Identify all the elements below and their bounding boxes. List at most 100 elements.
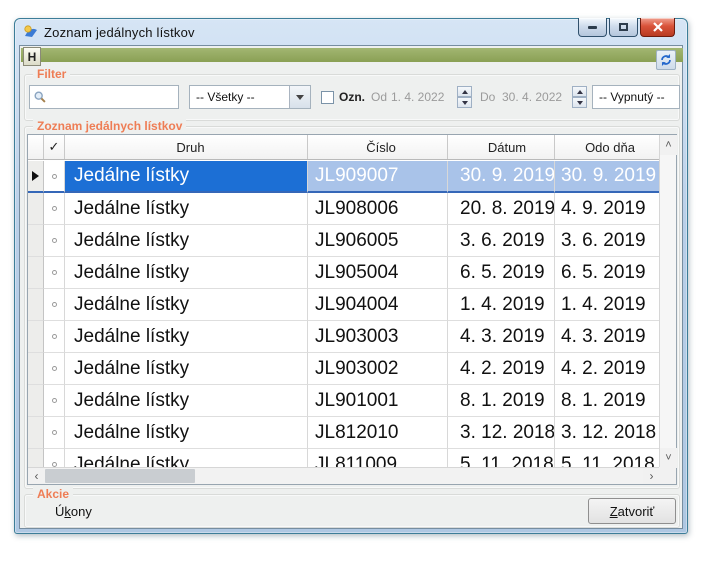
- spin-down-icon[interactable]: [457, 97, 472, 108]
- row-indicator[interactable]: [28, 225, 44, 257]
- column-header-odo[interactable]: Odo dňa: [555, 135, 659, 159]
- scroll-right-icon[interactable]: ›: [643, 468, 660, 484]
- cell-druh[interactable]: Jedálne lístky: [65, 385, 308, 417]
- cell-druh[interactable]: Jedálne lístky: [65, 161, 308, 193]
- cell-datum[interactable]: 8. 1. 2019: [448, 385, 555, 417]
- state-dropdown[interactable]: -- Vypnutý --: [592, 85, 680, 109]
- cell-cislo[interactable]: JL904004: [308, 289, 448, 321]
- scroll-down-icon[interactable]: ˅: [660, 448, 677, 468]
- spin-down-icon[interactable]: [572, 97, 587, 108]
- refresh-button[interactable]: [656, 50, 676, 70]
- cell-druh[interactable]: Jedálne lístky: [65, 193, 308, 225]
- row-indicator[interactable]: [28, 161, 44, 193]
- search-field[interactable]: [29, 85, 179, 109]
- cell-odo[interactable]: 1. 4. 2019: [555, 289, 659, 321]
- cell-datum[interactable]: 4. 2. 2019: [448, 353, 555, 385]
- row-check-cell[interactable]: [44, 257, 65, 289]
- od-date-spinner[interactable]: [457, 86, 472, 108]
- scroll-up-icon[interactable]: ˄: [660, 135, 677, 155]
- cell-cislo[interactable]: JL812010: [308, 417, 448, 449]
- do-date-spinner[interactable]: [572, 86, 587, 108]
- cell-odo[interactable]: 4. 2. 2019: [555, 353, 659, 385]
- cell-odo[interactable]: 4. 3. 2019: [555, 321, 659, 353]
- table-row[interactable]: Jedálne lístkyJL9040041. 4. 20191. 4. 20…: [28, 289, 659, 321]
- cell-cislo[interactable]: JL903003: [308, 321, 448, 353]
- table-row[interactable]: Jedálne lístkyJL9030024. 2. 20194. 2. 20…: [28, 353, 659, 385]
- cell-odo[interactable]: 5. 11. 2018: [555, 449, 659, 468]
- zatvorit-button[interactable]: Zatvoriť: [588, 498, 676, 524]
- cell-datum[interactable]: 3. 12. 2018: [448, 417, 555, 449]
- vertical-scrollbar[interactable]: ˄ ˅: [659, 135, 676, 468]
- table-row[interactable]: Jedálne lístkyJL90900730. 9. 201930. 9. …: [28, 161, 659, 193]
- scroll-left-icon[interactable]: ‹: [28, 468, 45, 484]
- table-row[interactable]: Jedálne lístkyJL8120103. 12. 20183. 12. …: [28, 417, 659, 449]
- cell-odo[interactable]: 3. 12. 2018: [555, 417, 659, 449]
- cell-cislo[interactable]: JL909007: [308, 161, 448, 193]
- cell-cislo[interactable]: JL901001: [308, 385, 448, 417]
- cell-druh[interactable]: Jedálne lístky: [65, 353, 308, 385]
- cell-druh[interactable]: Jedálne lístky: [65, 321, 308, 353]
- od-date-value[interactable]: 1. 4. 2022: [391, 90, 444, 104]
- row-check-cell[interactable]: [44, 289, 65, 321]
- row-check-cell[interactable]: [44, 193, 65, 225]
- cell-odo[interactable]: 3. 6. 2019: [555, 225, 659, 257]
- cell-cislo[interactable]: JL906005: [308, 225, 448, 257]
- cell-odo[interactable]: 4. 9. 2019: [555, 193, 659, 225]
- row-indicator[interactable]: [28, 449, 44, 468]
- home-button[interactable]: H: [23, 47, 41, 66]
- spin-up-icon[interactable]: [457, 86, 472, 97]
- cell-datum[interactable]: 4. 3. 2019: [448, 321, 555, 353]
- cell-datum[interactable]: 5. 11. 2018: [448, 449, 555, 468]
- type-dropdown[interactable]: -- Všetky --: [189, 85, 311, 109]
- column-header-cislo[interactable]: Číslo: [308, 135, 448, 159]
- horizontal-scroll-thumb[interactable]: [45, 469, 195, 483]
- ukony-menu[interactable]: Úkony: [55, 504, 92, 519]
- cell-cislo[interactable]: JL903002: [308, 353, 448, 385]
- cell-datum[interactable]: 1. 4. 2019: [448, 289, 555, 321]
- titlebar[interactable]: Zoznam jedálnych lístkov: [19, 19, 683, 45]
- row-indicator[interactable]: [28, 417, 44, 449]
- cell-druh[interactable]: Jedálne lístky: [65, 417, 308, 449]
- row-check-cell[interactable]: [44, 225, 65, 257]
- table-row[interactable]: Jedálne lístkyJL9050046. 5. 20196. 5. 20…: [28, 257, 659, 289]
- row-indicator[interactable]: [28, 385, 44, 417]
- cell-datum[interactable]: 20. 8. 2019: [448, 193, 555, 225]
- cell-cislo[interactable]: JL811009: [308, 449, 448, 468]
- spin-up-icon[interactable]: [572, 86, 587, 97]
- table-row[interactable]: Jedálne lístkyJL9010018. 1. 20198. 1. 20…: [28, 385, 659, 417]
- cell-druh[interactable]: Jedálne lístky: [65, 257, 308, 289]
- cell-datum[interactable]: 3. 6. 2019: [448, 225, 555, 257]
- type-dropdown-button[interactable]: [289, 86, 310, 108]
- do-date-value[interactable]: 30. 4. 2022: [502, 90, 562, 104]
- column-header-check[interactable]: ✓: [44, 135, 65, 159]
- table-row[interactable]: Jedálne lístkyJL9060053. 6. 20193. 6. 20…: [28, 225, 659, 257]
- column-header-druh[interactable]: Druh: [65, 135, 308, 159]
- row-check-cell[interactable]: [44, 449, 65, 468]
- table-row[interactable]: Jedálne lístkyJL90800620. 8. 20194. 9. 2…: [28, 193, 659, 225]
- row-check-cell[interactable]: [44, 385, 65, 417]
- cell-datum[interactable]: 30. 9. 2019: [448, 161, 555, 193]
- cell-odo[interactable]: 8. 1. 2019: [555, 385, 659, 417]
- row-indicator[interactable]: [28, 321, 44, 353]
- column-header-ind[interactable]: [28, 135, 44, 159]
- table-row[interactable]: Jedálne lístkyJL8110095. 11. 20185. 11. …: [28, 449, 659, 468]
- cell-odo[interactable]: 6. 5. 2019: [555, 257, 659, 289]
- horizontal-scrollbar[interactable]: ‹ ›: [28, 467, 660, 484]
- cell-druh[interactable]: Jedálne lístky: [65, 225, 308, 257]
- cell-odo[interactable]: 30. 9. 2019: [555, 161, 659, 193]
- search-input[interactable]: [47, 90, 167, 104]
- close-button[interactable]: [640, 18, 675, 37]
- column-header-datum[interactable]: Dátum: [448, 135, 555, 159]
- cell-datum[interactable]: 6. 5. 2019: [448, 257, 555, 289]
- row-indicator[interactable]: [28, 353, 44, 385]
- row-check-cell[interactable]: [44, 353, 65, 385]
- maximize-button[interactable]: [609, 18, 638, 37]
- row-indicator[interactable]: [28, 289, 44, 321]
- cell-cislo[interactable]: JL905004: [308, 257, 448, 289]
- table-row[interactable]: Jedálne lístkyJL9030034. 3. 20194. 3. 20…: [28, 321, 659, 353]
- row-check-cell[interactable]: [44, 417, 65, 449]
- cell-cislo[interactable]: JL908006: [308, 193, 448, 225]
- row-check-cell[interactable]: [44, 321, 65, 353]
- row-indicator[interactable]: [28, 257, 44, 289]
- cell-druh[interactable]: Jedálne lístky: [65, 289, 308, 321]
